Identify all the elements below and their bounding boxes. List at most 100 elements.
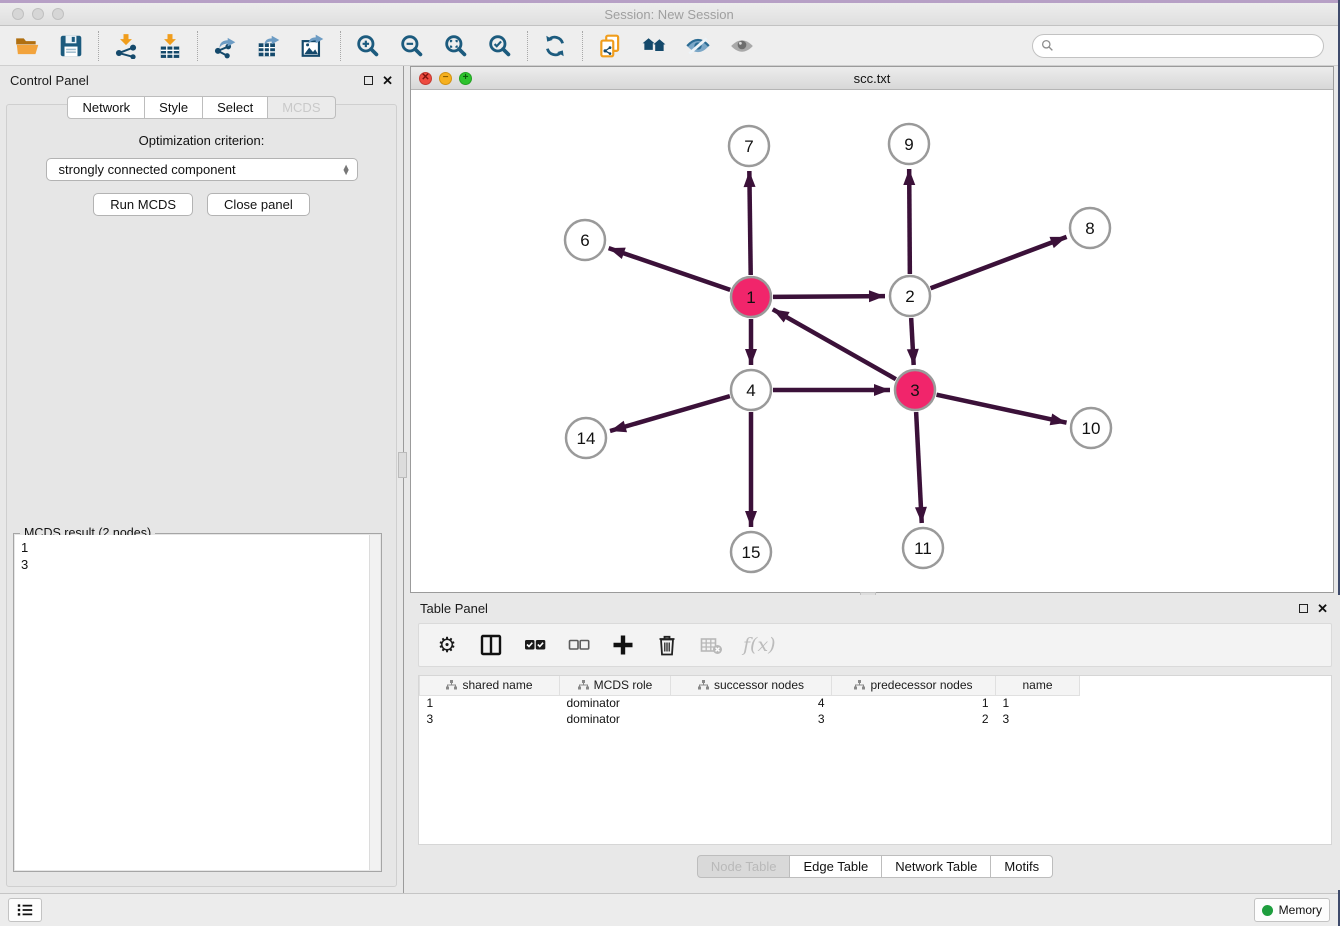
tab-network[interactable]: Network [67,96,145,119]
table-cell[interactable]: 1 [420,695,560,711]
float-panel-icon[interactable] [364,76,373,85]
shared-column-icon [446,680,457,690]
main-toolbar [0,26,1338,66]
table-cell[interactable]: 1 [996,695,1080,711]
search-icon [1041,39,1054,52]
graph-node-label-4: 4 [746,381,755,400]
graph-node-label-8: 8 [1085,219,1094,238]
task-history-button[interactable] [8,898,42,922]
table-cell[interactable]: 3 [671,711,832,727]
table-cell[interactable]: 2 [832,711,996,727]
network-window-titlebar[interactable]: ✕ − + scc.txt [411,67,1333,90]
graph-edge-2-3[interactable] [911,318,914,365]
tab-network-table[interactable]: Network Table [882,855,991,878]
close-panel-button[interactable]: Close panel [207,193,310,216]
zoom-in-icon[interactable] [355,33,381,59]
export-table-icon[interactable] [256,33,282,59]
table-row[interactable]: 1dominator411 [420,695,1080,711]
table-cell[interactable]: 3 [996,711,1080,727]
graph-node-label-1: 1 [746,288,755,307]
gear-icon[interactable]: ⚙ [435,633,459,657]
table-header-row[interactable]: shared name MCDS role successor nodes pr… [420,676,1080,695]
table-toolbar: ⚙ f(x) [418,623,1332,667]
mcds-result-list[interactable]: 13 [15,535,380,870]
import-network-icon[interactable] [113,33,139,59]
memory-button[interactable]: Memory [1254,898,1330,922]
network-window: ✕ − + scc.txt 7968124314101511 [410,66,1334,593]
tab-style[interactable]: Style [145,96,203,119]
result-scrollbar[interactable] [369,535,380,870]
vertical-splitter-handle[interactable] [398,452,407,478]
graph-node-label-6: 6 [580,231,589,250]
table-tabs: Node Table Edge Table Network Table Moti… [410,855,1340,878]
graph-edge-2-9[interactable] [909,169,910,274]
float-table-panel-icon[interactable] [1299,604,1308,613]
mcds-panel: Optimization criterion: strongly connect… [6,104,397,887]
delete-table-icon[interactable] [699,633,723,657]
table-cell[interactable]: 1 [832,695,996,711]
optimization-criterion-label: Optimization criterion: [7,133,396,148]
graph-edge-3-10[interactable] [937,395,1067,423]
trash-icon[interactable] [655,633,679,657]
tab-select[interactable]: Select [203,96,268,119]
graph-edge-1-7[interactable] [749,171,750,275]
control-panel: Control Panel ✕ Network Style Select MCD… [0,66,404,893]
chevron-up-down-icon: ▲▼ [342,165,351,175]
shared-column-icon [698,680,709,690]
zoom-fit-icon[interactable] [443,33,469,59]
search-input[interactable] [1059,39,1315,53]
graph-node-label-7: 7 [744,137,753,156]
result-item[interactable]: 1 [21,539,374,556]
memory-status-icon [1262,905,1273,916]
mcds-result-group: MCDS result (2 nodes) 13 [13,533,382,872]
tab-motifs[interactable]: Motifs [991,855,1053,878]
tab-mcds[interactable]: MCDS [268,96,335,119]
graph-edge-2-8[interactable] [931,237,1067,288]
table-cell[interactable]: 3 [420,711,560,727]
table-panel: Table Panel ✕ ⚙ f(x) [410,595,1340,890]
criterion-dropdown[interactable]: strongly connected component ▲▼ [46,158,358,181]
close-panel-icon[interactable]: ✕ [382,74,393,87]
network-window-title: scc.txt [411,71,1333,86]
import-table-icon[interactable] [157,33,183,59]
deselect-all-icon[interactable] [567,633,591,657]
graph-edge-1-6[interactable] [609,248,731,290]
control-panel-title: Control Panel [10,73,89,88]
table-row[interactable]: 3dominator323 [420,711,1080,727]
tab-node-table[interactable]: Node Table [697,855,791,878]
show-panel-icon[interactable] [729,33,755,59]
duplicate-network-icon[interactable] [597,33,623,59]
search-box[interactable] [1032,34,1324,58]
network-canvas[interactable]: 7968124314101511 [411,90,1333,592]
columns-icon[interactable] [479,633,503,657]
refresh-icon[interactable] [542,33,568,59]
table-cell[interactable]: dominator [560,711,671,727]
function-icon[interactable]: f(x) [743,633,776,657]
table-cell[interactable]: 4 [671,695,832,711]
add-icon[interactable] [611,633,635,657]
graph-node-label-9: 9 [904,135,913,154]
hide-panel-icon[interactable] [685,33,711,59]
graph-node-label-3: 3 [910,381,919,400]
graph-edge-3-1[interactable] [773,309,896,379]
graph-edge-3-11[interactable] [916,412,922,523]
close-table-panel-icon[interactable]: ✕ [1317,602,1328,615]
status-bar: Memory [0,893,1338,926]
run-mcds-button[interactable]: Run MCDS [93,193,193,216]
network-graph[interactable]: 7968124314101511 [411,90,1335,592]
table-cell[interactable]: dominator [560,695,671,711]
graph-edge-4-14[interactable] [610,396,730,431]
export-network-icon[interactable] [212,33,238,59]
tab-edge-table[interactable]: Edge Table [790,855,882,878]
node-table[interactable]: shared name MCDS role successor nodes pr… [418,675,1332,845]
home-icon[interactable] [641,33,667,59]
zoom-out-icon[interactable] [399,33,425,59]
save-session-icon[interactable] [58,33,84,59]
zoom-selected-icon[interactable] [487,33,513,59]
select-all-icon[interactable] [523,633,547,657]
export-image-icon[interactable] [300,33,326,59]
graph-node-label-14: 14 [577,429,596,448]
result-item[interactable]: 3 [21,556,374,573]
open-session-icon[interactable] [14,33,40,59]
graph-edge-1-2[interactable] [773,296,885,297]
